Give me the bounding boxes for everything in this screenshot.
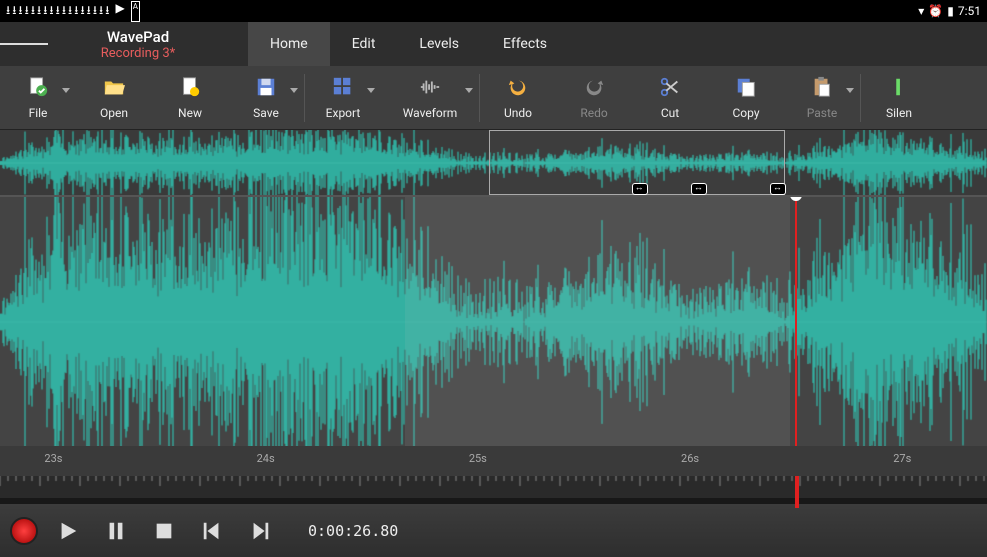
record-button[interactable]	[10, 517, 38, 545]
dropdown-arrow-icon	[465, 88, 473, 93]
wave-icon	[417, 76, 443, 102]
tool-label: Redo	[580, 106, 607, 120]
time-tick: 25s	[469, 452, 487, 465]
time-ruler[interactable]: 23s 24s 25s 26s 27s	[0, 446, 987, 476]
tab-edit[interactable]: Edit	[330, 22, 398, 66]
tool-label: Silen	[886, 106, 912, 120]
tool-label: Open	[100, 106, 128, 120]
pause-button[interactable]	[98, 516, 134, 546]
loop-handle[interactable]	[770, 183, 786, 195]
ruler-ticks	[0, 476, 987, 498]
disk-icon	[253, 76, 279, 102]
tool-label: New	[178, 106, 202, 120]
skip-end-button[interactable]	[242, 516, 278, 546]
dropdown-arrow-icon	[290, 88, 298, 93]
skip-start-button[interactable]	[194, 516, 230, 546]
grid-icon	[330, 76, 356, 102]
tool-label: Save	[253, 106, 279, 120]
ruler-playhead[interactable]	[795, 476, 799, 508]
battery-icon: ▮	[947, 4, 954, 18]
time-tick: 24s	[257, 452, 275, 465]
undo-button[interactable]: Undo	[480, 66, 556, 130]
tool-label: Waveform	[403, 106, 458, 120]
doc-check-icon	[25, 76, 51, 102]
copy-icon	[733, 76, 759, 102]
stop-button[interactable]	[146, 516, 182, 546]
dropdown-arrow-icon	[62, 88, 70, 93]
title-bar: WavePad Recording 3* Home Edit Levels Effec…	[0, 22, 987, 66]
android-statusbar: ⭳⭳⭳⭳⭳⭳⭳⭳⭳⭳⭳⭳⭳⭳⭳⭳⭳▶A ▾ ⏰ ▮ 7:51	[0, 0, 987, 22]
loop-handle[interactable]	[691, 183, 707, 195]
tab-label: Levels	[419, 36, 459, 52]
tab-levels[interactable]: Levels	[397, 22, 481, 66]
undo-icon	[505, 76, 531, 102]
tab-label: Effects	[503, 36, 547, 52]
playhead[interactable]	[795, 196, 797, 446]
dropdown-arrow-icon	[367, 88, 375, 93]
tool-label: Copy	[732, 106, 759, 120]
hamburger-menu-button[interactable]	[0, 41, 48, 47]
tab-effects[interactable]: Effects	[481, 22, 569, 66]
tab-home[interactable]: Home	[248, 22, 330, 66]
statusbar-notifications: ⭳⭳⭳⭳⭳⭳⭳⭳⭳⭳⭳⭳⭳⭳⭳⭳⭳▶A	[6, 1, 140, 22]
time-tick: 23s	[44, 452, 62, 465]
doc-new-icon	[177, 76, 203, 102]
tool-label: File	[29, 106, 48, 120]
dropdown-arrow-icon	[846, 88, 854, 93]
cut-button[interactable]: Cut	[632, 66, 708, 130]
loop-handle[interactable]	[632, 183, 648, 195]
folder-open-icon	[101, 76, 127, 102]
open-button[interactable]: Open	[76, 66, 152, 130]
title-block: WavePad Recording 3*	[58, 28, 218, 61]
save-button[interactable]: Save	[228, 66, 304, 130]
tab-label: Home	[270, 36, 308, 52]
tool-label: Paste	[807, 106, 838, 120]
transport-bar: 0:00:26.80	[0, 504, 987, 557]
time-tick: 27s	[893, 452, 911, 465]
scroll-ruler[interactable]	[0, 476, 987, 498]
export-button[interactable]: Export	[305, 66, 381, 130]
silence-button[interactable]: Silen	[861, 66, 937, 130]
file-name: Recording 3*	[58, 46, 218, 61]
alarm-icon: ⏰	[928, 4, 943, 18]
scissors-icon	[657, 76, 683, 102]
ribbon-toolbar: File Open New Save Export Waveform	[0, 66, 987, 130]
tab-label: Edit	[352, 36, 376, 52]
paste-icon	[809, 76, 835, 102]
tool-label: Cut	[661, 106, 679, 120]
file-button[interactable]: File	[0, 66, 76, 130]
tab-strip: Home Edit Levels Effects	[248, 22, 569, 66]
time-tick: 26s	[681, 452, 699, 465]
selection-region[interactable]	[405, 197, 790, 446]
app-name: WavePad	[58, 28, 218, 46]
statusbar-time: 7:51	[958, 4, 981, 18]
statusbar-right: ▾ ⏰ ▮ 7:51	[918, 4, 981, 18]
redo-button[interactable]: Redo	[556, 66, 632, 130]
silence-icon	[886, 76, 912, 102]
wifi-icon: ▾	[918, 4, 924, 18]
main-waveform[interactable]	[0, 196, 987, 446]
play-button[interactable]	[50, 516, 86, 546]
paste-button[interactable]: Paste	[784, 66, 860, 130]
timecode-display: 0:00:26.80	[308, 522, 398, 540]
tool-label: Undo	[504, 106, 532, 120]
tool-label: Export	[326, 106, 361, 120]
redo-icon	[581, 76, 607, 102]
waveform-button[interactable]: Waveform	[381, 66, 479, 130]
overview-waveform[interactable]	[0, 130, 987, 196]
new-button[interactable]: New	[152, 66, 228, 130]
copy-button[interactable]: Copy	[708, 66, 784, 130]
